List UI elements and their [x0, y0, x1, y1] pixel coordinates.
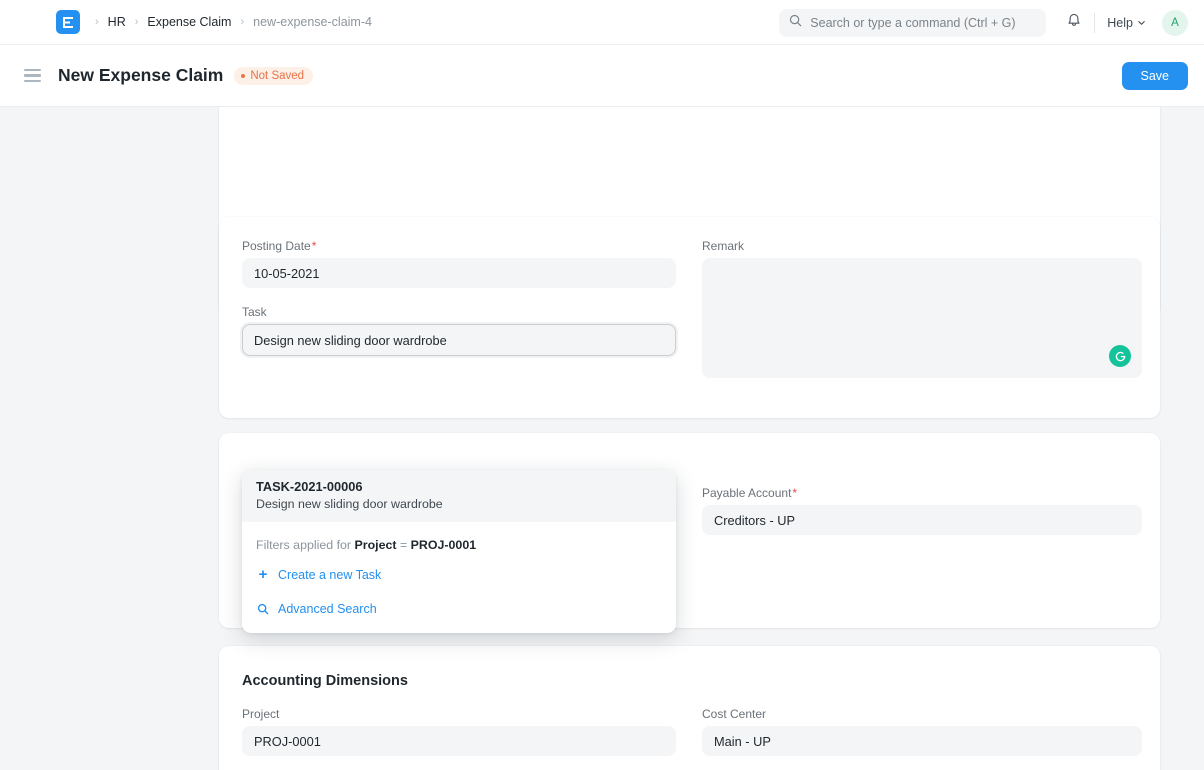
page-title: New Expense Claim — [58, 65, 223, 86]
card-accounting-dimensions: Accounting Dimensions Project PROJ-0001 … — [219, 646, 1160, 770]
grammarly-icon[interactable] — [1109, 345, 1131, 367]
required-marker: * — [312, 239, 317, 253]
field-label: Task — [242, 305, 676, 319]
search-icon — [789, 14, 802, 32]
field-remark: Remark — [702, 239, 1142, 378]
chevron-down-icon — [1137, 16, 1146, 30]
field-label: Posting Date* — [242, 239, 676, 253]
help-label: Help — [1107, 16, 1133, 30]
help-menu-button[interactable]: Help — [1095, 16, 1158, 30]
field-project: Project PROJ-0001 — [242, 707, 676, 756]
breadcrumb-separator-0: › — [90, 16, 104, 28]
project-input[interactable]: PROJ-0001 — [242, 726, 676, 756]
search-icon — [256, 603, 270, 615]
create-new-task-label: Create a new Task — [278, 568, 381, 582]
search-placeholder: Search or type a command (Ctrl + G) — [810, 16, 1015, 30]
field-label: Project — [242, 707, 676, 721]
navbar: › HR › Expense Claim › new-expense-claim… — [0, 0, 1204, 45]
plus-icon: + — [256, 567, 270, 582]
required-marker: * — [792, 486, 797, 500]
breadcrumb-item-current: new-expense-claim-4 — [249, 13, 376, 31]
card-posting: Posting Date* 10-05-2021 Task Design new… — [219, 217, 1160, 418]
breadcrumb-item-expense-claim[interactable]: Expense Claim — [143, 13, 235, 31]
task-autocomplete-dropdown: TASK-2021-00006 Design new sliding door … — [242, 470, 676, 633]
dropdown-option-title: TASK-2021-00006 — [256, 479, 662, 494]
create-new-task-option[interactable]: + Create a new Task — [242, 556, 676, 591]
field-label-text: Payable Account — [702, 486, 791, 500]
breadcrumb: › HR › Expense Claim › new-expense-claim… — [90, 13, 376, 31]
page-header: New Expense Claim Not Saved Save — [0, 45, 1204, 107]
breadcrumb-separator-1: › — [130, 16, 144, 28]
cost-center-input[interactable]: Main - UP — [702, 726, 1142, 756]
advanced-search-option[interactable]: Advanced Search — [242, 591, 676, 625]
posting-date-input[interactable]: 10-05-2021 — [242, 258, 676, 288]
breadcrumb-item-hr[interactable]: HR — [104, 13, 130, 31]
field-label-text: Posting Date — [242, 239, 311, 253]
field-label: Payable Account* — [702, 486, 1142, 500]
advanced-search-label: Advanced Search — [278, 602, 377, 616]
task-input[interactable]: Design new sliding door wardrobe — [242, 324, 676, 356]
status-badge: Not Saved — [234, 67, 313, 85]
field-task: Task Design new sliding door wardrobe — [242, 305, 676, 356]
status-dot-icon — [241, 74, 245, 78]
navbar-right: Search or type a command (Ctrl + G) Help… — [779, 0, 1188, 45]
payable-account-input[interactable]: Creditors - UP — [702, 505, 1142, 535]
notifications-button[interactable] — [1054, 0, 1094, 45]
search-input[interactable]: Search or type a command (Ctrl + G) — [779, 9, 1046, 37]
dropdown-filters-note: Filters applied for Project = PROJ-0001 — [242, 522, 676, 556]
filters-field: Project — [355, 538, 397, 552]
field-payable-account: Payable Account* Creditors - UP — [702, 486, 1142, 535]
save-button[interactable]: Save — [1122, 62, 1189, 90]
form-body: Total Sanctioned Amount ₹ 270.00 Total C… — [0, 107, 1204, 770]
status-badge-label: Not Saved — [250, 70, 304, 82]
erpnext-logo-icon[interactable] — [56, 10, 80, 34]
filters-value: PROJ-0001 — [411, 538, 476, 552]
section-title-accounting-dimensions: Accounting Dimensions — [242, 673, 408, 689]
avatar-initial: A — [1171, 17, 1179, 29]
filters-prefix: Filters applied for — [256, 538, 351, 552]
field-posting-date: Posting Date* 10-05-2021 — [242, 239, 676, 288]
bell-icon — [1066, 12, 1082, 33]
field-label: Cost Center — [702, 707, 1142, 721]
avatar[interactable]: A — [1162, 10, 1188, 36]
sidebar-toggle-icon[interactable] — [24, 69, 41, 83]
field-cost-center: Cost Center Main - UP — [702, 707, 1142, 756]
dropdown-option-description: Design new sliding door wardrobe — [256, 497, 662, 511]
breadcrumb-separator-2: › — [235, 16, 249, 28]
field-label: Remark — [702, 239, 1142, 253]
dropdown-option-task[interactable]: TASK-2021-00006 Design new sliding door … — [242, 470, 676, 522]
filters-operator: = — [400, 538, 407, 552]
remark-textarea[interactable] — [702, 258, 1142, 378]
